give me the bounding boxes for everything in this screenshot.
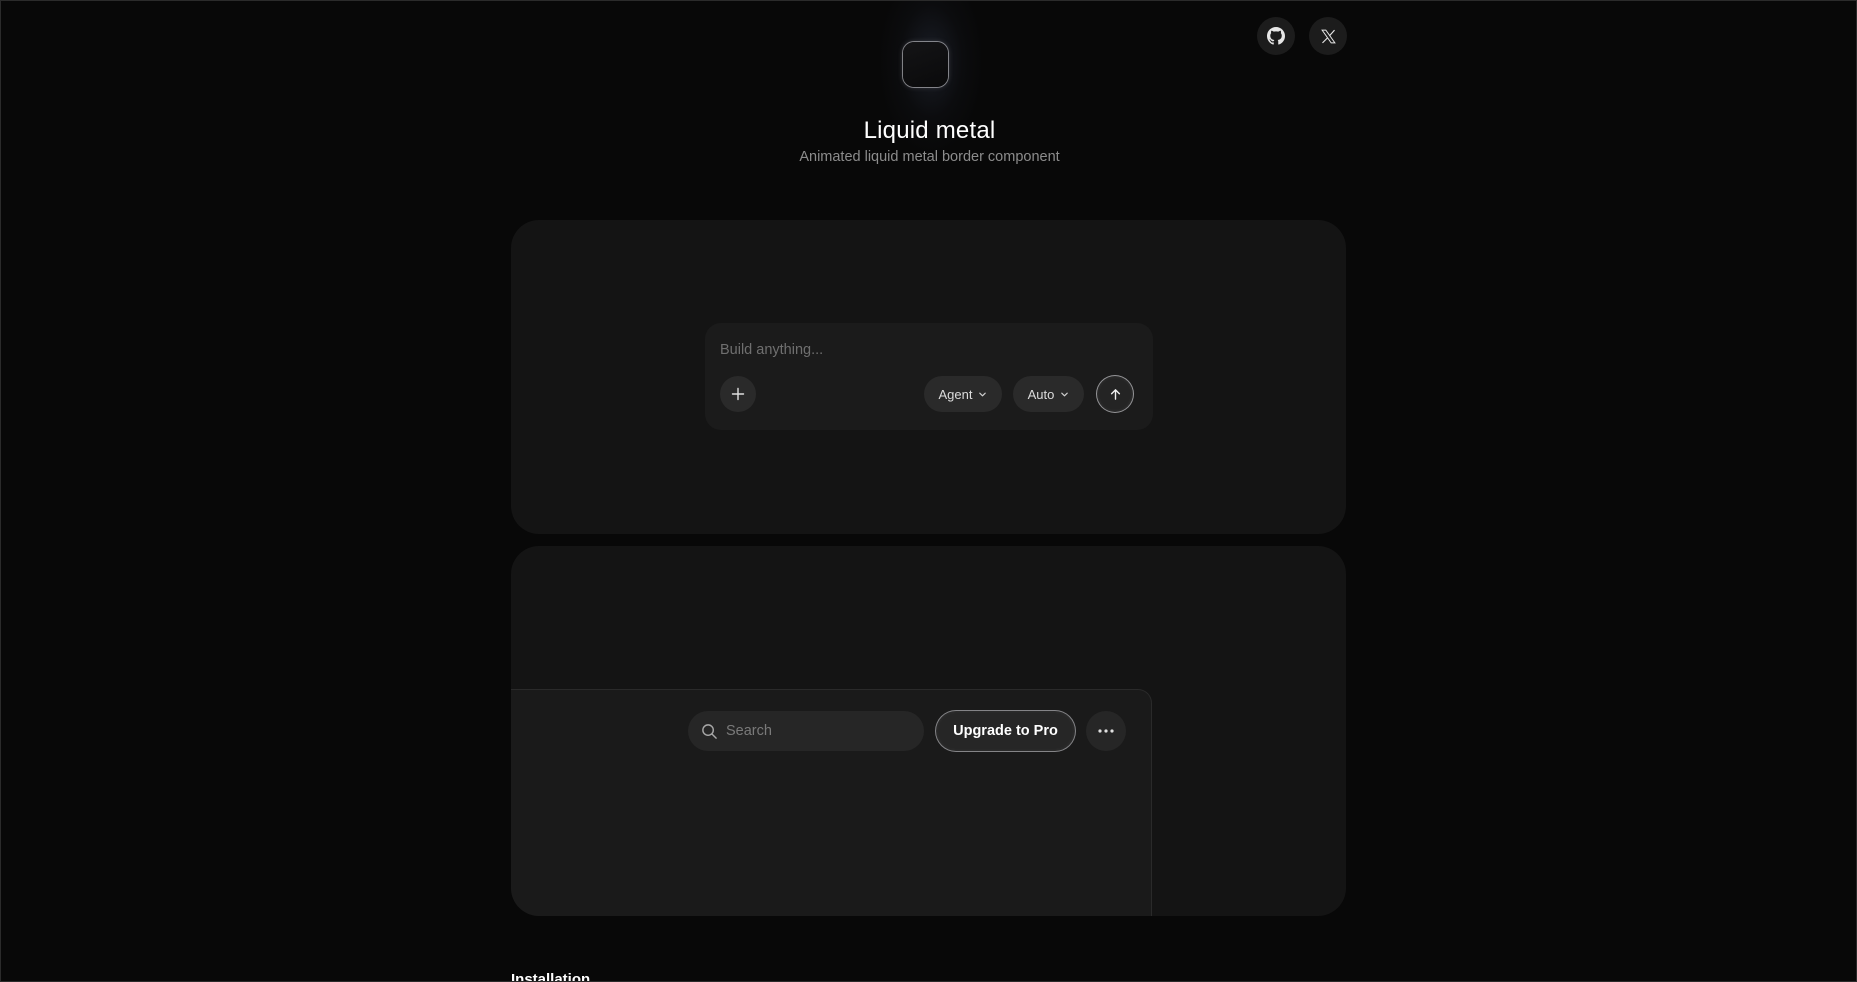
github-icon bbox=[1267, 27, 1285, 45]
upgrade-button[interactable]: Upgrade to Pro bbox=[936, 711, 1075, 751]
agent-select-label: Agent bbox=[938, 386, 973, 402]
composer-input[interactable]: Build anything... bbox=[720, 342, 823, 358]
github-link[interactable] bbox=[1257, 17, 1295, 55]
demo-card-composer: Build anything... Agent Auto bbox=[511, 220, 1346, 534]
model-select[interactable]: Auto bbox=[1013, 376, 1084, 412]
agent-select[interactable]: Agent bbox=[924, 376, 1002, 412]
page-subtitle: Animated liquid metal border component bbox=[799, 149, 1060, 165]
more-options-button[interactable] bbox=[1086, 711, 1126, 751]
search-input[interactable]: Search bbox=[688, 711, 924, 751]
x-link[interactable] bbox=[1309, 17, 1347, 55]
installation-heading: Installation bbox=[511, 971, 591, 982]
chevron-down-icon bbox=[979, 392, 987, 396]
search-placeholder: Search bbox=[726, 723, 772, 739]
chevron-down-icon bbox=[1061, 392, 1069, 396]
more-horizontal-icon bbox=[1098, 729, 1114, 733]
logo-preview bbox=[903, 42, 948, 87]
composer: Build anything... Agent Auto bbox=[705, 323, 1153, 430]
demo-card-toolbar: Search Upgrade to Pro bbox=[511, 546, 1346, 916]
page-title: Liquid metal bbox=[863, 117, 996, 144]
model-select-label: Auto bbox=[1027, 386, 1055, 402]
x-icon bbox=[1320, 29, 1336, 43]
toolbar-panel: Search Upgrade to Pro bbox=[511, 689, 1152, 916]
send-button[interactable] bbox=[1097, 376, 1133, 412]
search-icon bbox=[702, 723, 717, 739]
arrow-up-icon bbox=[1110, 388, 1120, 400]
plus-icon bbox=[731, 387, 745, 401]
page: Liquid metal Animated liquid metal borde… bbox=[0, 0, 1857, 982]
attach-button[interactable] bbox=[720, 376, 756, 412]
